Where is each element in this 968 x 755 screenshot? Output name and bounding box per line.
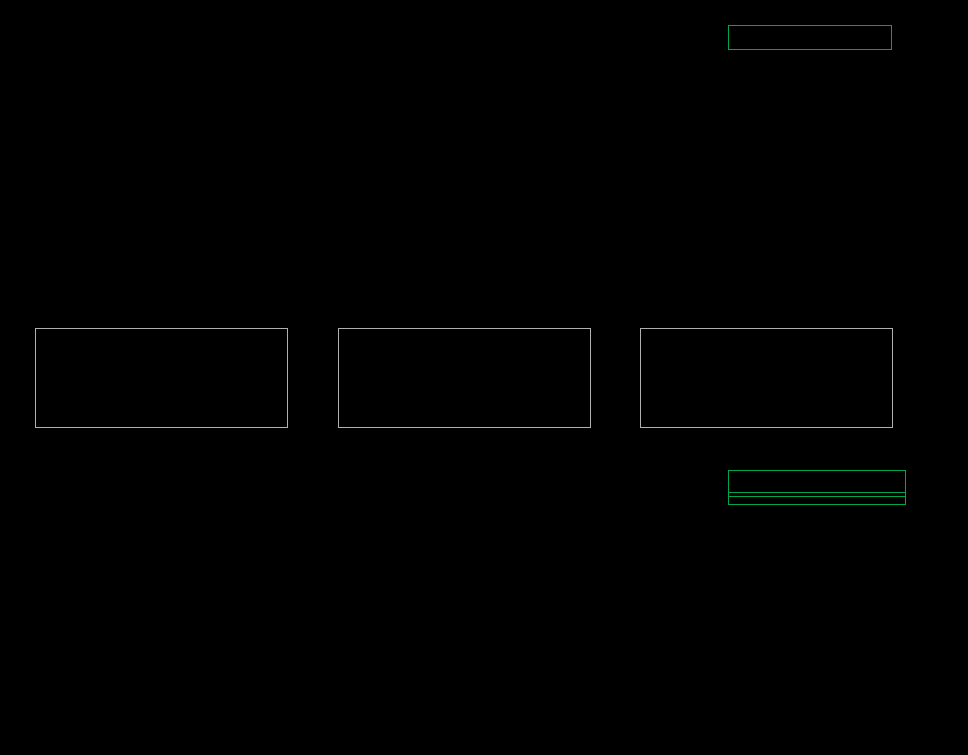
ionogram-bottom-plot [0,455,725,755]
autoscala-screen [0,0,968,755]
autoscala-output-table [728,25,892,50]
thumbnail-eliminate-reflections [338,328,591,434]
aip-tec-rows [729,496,905,500]
thumbnail-original-ionogram [35,328,288,434]
thumbnail-evidence-f2-trace-image [640,328,893,428]
autoscala-output-title [729,26,891,49]
thumbnail-evidence-f2-trace [640,328,893,434]
ionogram-top-plot [0,14,725,314]
aip-output-title [729,471,905,493]
aip-output-table [728,470,906,505]
thumbnail-original-ionogram-image [35,328,288,428]
thumbnail-eliminate-reflections-image [338,328,591,428]
